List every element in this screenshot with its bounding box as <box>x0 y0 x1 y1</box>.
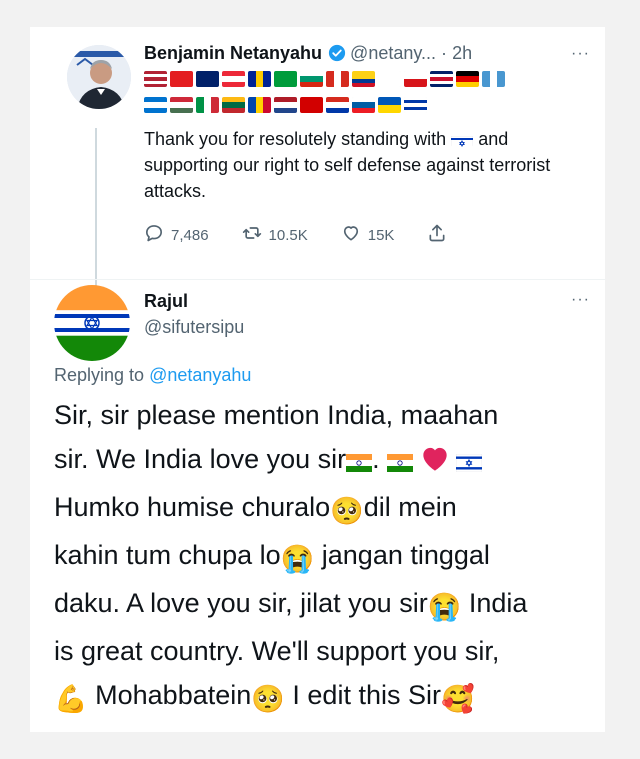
reply-body: Sir, sir please mention India, maahan si… <box>54 393 594 721</box>
tweet-header: Benjamin Netanyahu @netany... · 2h <box>144 43 472 67</box>
share-button[interactable] <box>427 223 447 247</box>
flag-colombia-icon <box>352 71 375 87</box>
reply-line-4: kahin tum chupa lo😭 jangan tinggal <box>54 533 594 581</box>
flag-netherlands-icon <box>274 97 297 113</box>
reply-button[interactable]: 7,486 <box>144 223 209 247</box>
smiling-face-with-hearts-emoji-icon: 🥰 <box>440 684 475 714</box>
tweet-text-part-1: Thank you for resolutely standing with <box>144 129 447 149</box>
reply-count: 7,486 <box>171 226 209 244</box>
reply-icon <box>144 223 164 247</box>
reply-more-options-icon[interactable]: ··· <box>571 291 590 309</box>
flag-bosnia-icon <box>248 71 271 87</box>
like-button[interactable]: 15K <box>341 223 395 247</box>
reply-line-4-after: jangan tinggal <box>321 540 490 570</box>
reply-line-1-text: Sir, sir please mention India, maahan <box>54 400 499 430</box>
red-heart-icon <box>421 441 449 485</box>
reply-line-7: 💪 Mohabbatein🥺 I edit this Sir🥰 <box>54 673 594 721</box>
india-flag-icon <box>346 441 373 485</box>
reply-line-2: sir. We India love you sir. <box>54 437 594 485</box>
retweet-icon <box>242 223 262 247</box>
retweet-button[interactable]: 10.5K <box>242 223 308 247</box>
flag-ukraine-icon <box>378 97 401 113</box>
pleading-face-emoji-icon: 🥺 <box>330 496 364 526</box>
reply-line-3-text: Humko humise churalo <box>54 492 331 522</box>
flag-honduras-icon <box>144 97 167 113</box>
reply-line-5-after: India <box>468 588 528 618</box>
flag-canada-icon <box>326 71 349 87</box>
tweet-separator: · <box>441 43 448 63</box>
israel-flag-icon <box>451 132 474 147</box>
replying-to-prefix: Replying to <box>54 365 145 385</box>
reply-line-6-text: is great country. We'll support you sir, <box>54 636 500 666</box>
tweet-timestamp[interactable]: 2h <box>452 43 472 63</box>
reply-line-3-after: dil mein <box>363 492 457 522</box>
share-icon <box>427 223 447 247</box>
tweet-author-name[interactable]: Benjamin Netanyahu <box>144 43 322 63</box>
reply-line-1: Sir, sir please mention India, maahan <box>54 393 594 437</box>
crying-face-emoji-icon: 😭 <box>280 544 315 574</box>
india-flag-icon <box>387 441 414 485</box>
thread-connector-line <box>95 128 97 296</box>
reply-line-5-text: daku. A love you sir, jilat you sir <box>54 588 428 618</box>
flag-moldova-icon <box>248 97 271 113</box>
flag-hungary-icon <box>170 97 193 113</box>
reply-line-7-after: I edit this Sir <box>292 680 441 710</box>
tweet-thread-card: Benjamin Netanyahu @netany... · 2h ··· Th… <box>30 27 605 732</box>
reply-line-6: is great country. We'll support you sir, <box>54 629 594 673</box>
flag-germany-icon <box>456 71 479 87</box>
flag-czechia-icon <box>404 71 427 87</box>
flag-emoji-row-1 <box>144 71 505 87</box>
flag-emoji-row-2 <box>144 97 427 113</box>
tweet-body: Thank you for resolutely standing with a… <box>144 126 574 204</box>
retweet-count: 10.5K <box>268 226 308 244</box>
like-heart-icon <box>341 223 361 247</box>
flexed-biceps-emoji-icon: 💪 <box>54 684 88 714</box>
netanyahu-avatar[interactable] <box>67 45 131 109</box>
replying-to-mention-link[interactable]: @netanyahu <box>149 365 251 385</box>
tweet-more-options-icon[interactable]: ··· <box>571 45 590 63</box>
reply-line-5: daku. A love you sir, jilat you sir😭 Ind… <box>54 581 594 629</box>
tweet-divider <box>30 279 605 280</box>
flag-slovenia-icon <box>352 97 375 113</box>
reply-line-7-text: Mohabbatein <box>95 680 252 710</box>
tweet-action-bar: 7,486 10.5K 15K <box>144 223 480 247</box>
flag-austria-icon <box>222 71 245 87</box>
reply-author-handle[interactable]: @sifutersipu <box>144 317 244 338</box>
rajul-avatar[interactable] <box>54 285 130 361</box>
flag-north-macedonia-icon <box>300 97 323 113</box>
flag-bulgaria-icon <box>300 71 323 87</box>
tweet-author-handle[interactable]: @netany... <box>350 43 436 63</box>
flag-usa-icon <box>144 71 167 87</box>
flag-cyprus-icon <box>378 71 401 87</box>
pleading-face-emoji-icon: 🥺 <box>251 684 285 714</box>
flag-lithuania-icon <box>222 97 245 113</box>
verified-badge-icon <box>328 44 346 67</box>
crying-face-emoji-icon: 😭 <box>427 592 462 622</box>
israel-flag-icon <box>455 441 483 485</box>
flag-brazil-icon <box>274 71 297 87</box>
flag-australia-icon <box>196 71 219 87</box>
flag-uruguay-icon <box>404 97 427 113</box>
reply-line-3: Humko humise churalo🥺dil mein <box>54 485 594 533</box>
like-count: 15K <box>367 226 395 244</box>
reply-line-2-text: sir. We India love you sir <box>54 444 347 474</box>
flag-italy-icon <box>196 97 219 113</box>
flag-paraguay-icon <box>326 97 349 113</box>
flag-albania-icon <box>170 71 193 87</box>
reply-line-2-dot: . <box>372 444 380 474</box>
flag-uk-icon <box>430 71 453 87</box>
flag-guatemala-icon <box>482 71 505 87</box>
replying-to-line: Replying to @netanyahu <box>54 365 251 386</box>
reply-author-name[interactable]: Rajul <box>144 291 188 312</box>
reply-line-4-text: kahin tum chupa lo <box>54 540 281 570</box>
